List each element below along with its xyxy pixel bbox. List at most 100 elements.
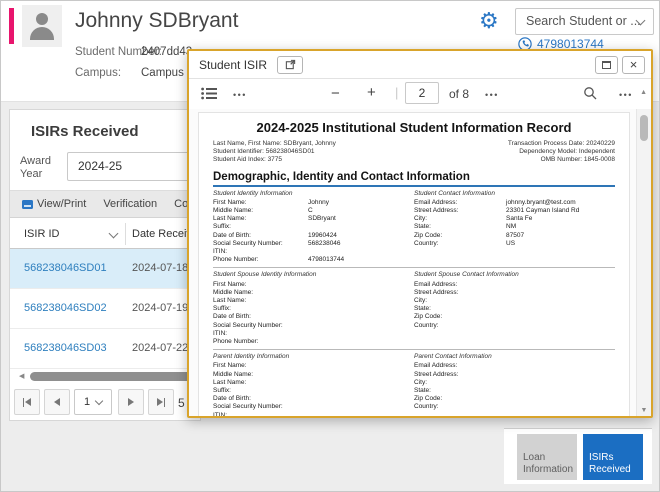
- meta-line: Dependency Model: Independent: [508, 148, 615, 156]
- zoom-in-button[interactable]: +: [367, 85, 376, 100]
- field-value: 19960424: [308, 232, 337, 240]
- award-year-label: Award Year: [20, 155, 62, 181]
- next-page-button[interactable]: [118, 389, 144, 415]
- meta-line: Student Identifier: 568238046SD01: [213, 148, 336, 156]
- maximize-button[interactable]: [595, 56, 618, 74]
- table-header: ISIR ID Date Receiv.: [10, 219, 200, 249]
- tile-label: ISIRs Received: [589, 452, 637, 475]
- tab-view-print[interactable]: View/Print: [22, 198, 86, 210]
- vscroll-thumb[interactable]: [640, 115, 648, 141]
- sidebar-toggle-icon[interactable]: [201, 87, 218, 100]
- scroll-down-icon[interactable]: ▼: [637, 407, 651, 414]
- campus-label: Campus:: [75, 67, 121, 79]
- field-row: ITIN:: [213, 412, 400, 416]
- field-row: Date of Birth:19960424: [213, 232, 400, 240]
- hscroll-thumb[interactable]: [30, 372, 192, 381]
- meta-left: Last Name, First Name: SDBryant, JohnnyS…: [213, 140, 336, 165]
- more-options-icon[interactable]: •••: [233, 90, 247, 100]
- open-in-new-window-button[interactable]: [277, 56, 303, 74]
- col-isir-id[interactable]: ISIR ID: [24, 228, 59, 240]
- section-column: Student Contact InformationEmail Address…: [414, 190, 615, 265]
- table-row[interactable]: 568238046SD012024-07-18T: [10, 249, 200, 289]
- isir-id-link[interactable]: 568238046SD03: [24, 342, 107, 354]
- first-page-button[interactable]: [14, 389, 40, 415]
- page-number-input[interactable]: [405, 82, 439, 104]
- gear-icon[interactable]: ⚙: [479, 10, 499, 32]
- field-label: State:: [414, 305, 506, 313]
- section-column-heading: Parent Identity Information: [213, 353, 400, 361]
- field-label: City:: [414, 379, 506, 387]
- field-row: First Name:: [213, 362, 400, 370]
- more-options-icon[interactable]: •••: [485, 90, 499, 100]
- table-row[interactable]: 568238046SD03 2024-07-22T: [10, 329, 200, 369]
- field-label: Country:: [414, 322, 506, 330]
- field-row: City:: [414, 379, 601, 387]
- field-label: Email Address:: [414, 281, 506, 289]
- field-label: Social Security Number:: [213, 403, 308, 411]
- page-select[interactable]: 1: [74, 389, 112, 415]
- document-sections: Student Identity InformationFirst Name:J…: [213, 190, 615, 416]
- field-row: State:NM: [414, 223, 601, 231]
- last-page-button[interactable]: [148, 389, 174, 415]
- meta-right: Transaction Process Date: 20240229Depend…: [508, 140, 615, 165]
- section-column: Student Spouse Identity InformationFirst…: [213, 271, 414, 346]
- isir-id-link[interactable]: 568238046SD01: [24, 262, 107, 274]
- horizontal-scrollbar[interactable]: ◀: [10, 370, 200, 382]
- field-label: Suffix:: [213, 305, 308, 313]
- col-date-received[interactable]: Date Receiv.: [132, 228, 194, 240]
- field-label: State:: [414, 223, 506, 231]
- scroll-up-icon[interactable]: ▲: [640, 89, 647, 96]
- meta-line: Student Aid Index: 3775: [213, 156, 336, 164]
- field-label: Last Name:: [213, 215, 308, 223]
- sort-chevron-icon[interactable]: [109, 229, 119, 239]
- field-value: US: [506, 240, 515, 248]
- search-student-dropdown[interactable]: Search Student or ...: [515, 8, 654, 35]
- more-options-icon[interactable]: •••: [619, 90, 633, 100]
- dock-tile-loan-information[interactable]: Loan Information: [517, 434, 577, 480]
- field-row: Country:US: [414, 240, 601, 248]
- accent-bar: [9, 8, 14, 44]
- field-value: C: [308, 207, 313, 215]
- dock-tile-isirs-received[interactable]: ISIRs Received: [583, 434, 643, 480]
- vertical-scrollbar[interactable]: ▼: [636, 109, 651, 416]
- scroll-left-icon[interactable]: ◀: [19, 372, 24, 380]
- page-title: Johnny SDBryant: [75, 9, 238, 33]
- field-row: Email Address:: [414, 281, 601, 289]
- award-year-select[interactable]: 2024-25: [67, 152, 199, 181]
- section-column: Parent Identity InformationFirst Name:Mi…: [213, 353, 414, 416]
- field-row: Middle Name:: [213, 371, 400, 379]
- field-row: Zip Code:: [414, 313, 601, 321]
- date-received-value: 2024-07-19T: [132, 302, 195, 314]
- field-label: ITIN:: [213, 330, 308, 338]
- field-row: Email Address:: [414, 362, 601, 370]
- field-row: ITIN:: [213, 248, 400, 256]
- isir-id-link[interactable]: 568238046SD02: [24, 302, 107, 314]
- search-icon[interactable]: [583, 86, 598, 101]
- field-row: Zip Code:87507: [414, 232, 601, 240]
- document-section: Student Identity InformationFirst Name:J…: [213, 190, 615, 265]
- field-row: First Name:Johnny: [213, 199, 400, 207]
- field-label: Zip Code:: [414, 395, 506, 403]
- modal-header: Student ISIR ×: [189, 51, 651, 79]
- field-value: Santa Fe: [506, 215, 532, 223]
- field-value: 23301 Cayman Island Rd: [506, 207, 579, 215]
- prev-page-button[interactable]: [44, 389, 70, 415]
- section-column: Parent Contact InformationEmail Address:…: [414, 353, 615, 416]
- date-received-value: 2024-07-22T: [132, 342, 195, 354]
- field-row: Social Security Number:: [213, 322, 400, 330]
- field-row: Country:: [414, 322, 601, 330]
- tab-verification[interactable]: Verification: [103, 198, 157, 210]
- zoom-out-button[interactable]: −: [331, 86, 340, 101]
- field-row: Middle Name:: [213, 289, 400, 297]
- field-label: Email Address:: [414, 362, 506, 370]
- close-button[interactable]: ×: [622, 56, 645, 74]
- close-icon: ×: [630, 58, 638, 71]
- field-label: Date of Birth:: [213, 232, 308, 240]
- field-label: Social Security Number:: [213, 322, 308, 330]
- table-row[interactable]: 568238046SD02 2024-07-19T: [10, 289, 200, 329]
- document-meta: Last Name, First Name: SDBryant, JohnnyS…: [213, 140, 615, 165]
- field-label: First Name:: [213, 362, 308, 370]
- field-label: Last Name:: [213, 379, 308, 387]
- section-column-heading: Student Identity Information: [213, 190, 400, 198]
- field-row: Social Security Number:568238046: [213, 240, 400, 248]
